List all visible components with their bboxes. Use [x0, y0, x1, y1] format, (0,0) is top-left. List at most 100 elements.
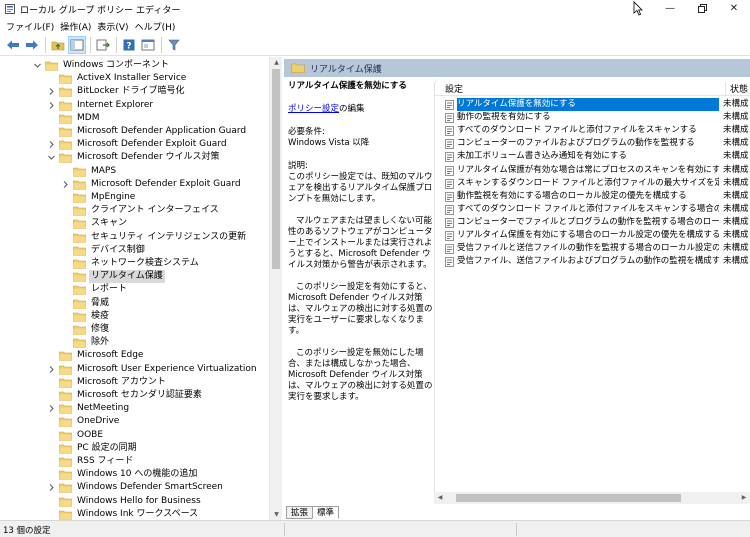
scroll-left-icon[interactable]: ◀: [434, 492, 446, 504]
tree-item[interactable]: Microsoft Defender ウイルス対策: [0, 151, 268, 164]
chevron-right-icon[interactable]: [47, 402, 56, 415]
tree-item[interactable]: PC 設定の同期: [0, 442, 268, 455]
tree-item[interactable]: MDM: [0, 112, 268, 125]
scroll-down-icon[interactable]: ▼: [270, 509, 283, 520]
setting-row[interactable]: 受信ファイルと送信ファイルの動作を監視する場合のローカル設定の... 未構成: [435, 242, 750, 255]
tree-item-label: ネットワーク検査システム: [91, 258, 199, 268]
tree-item[interactable]: 除外: [0, 336, 268, 349]
tree-item[interactable]: ActiveX Installer Service: [0, 72, 268, 85]
window-title: ローカル グループ ポリシー エディター: [20, 6, 181, 16]
folder-icon: [59, 74, 72, 84]
tree-item[interactable]: Microsoft Defender Application Guard: [0, 125, 268, 138]
menu-view[interactable]: 表示(V): [97, 18, 134, 34]
setting-row[interactable]: 受信ファイル、送信ファイルおよびプログラムの動作の監視を構成する 未構成: [435, 255, 750, 268]
tree-item[interactable]: デバイス制御: [0, 244, 268, 257]
tree-item[interactable]: MAPS: [0, 165, 268, 178]
chevron-down-icon[interactable]: [47, 151, 56, 164]
export-list-button[interactable]: [94, 36, 112, 54]
policy-description: リアルタイム保護を無効にする ポリシー設定の編集 必要条件: Windows V…: [288, 81, 436, 403]
tree-item[interactable]: セキュリティ インテリジェンスの更新: [0, 231, 268, 244]
setting-row[interactable]: リアルタイム保護が有効な場合は常にプロセスのスキャンを有効にする 未構成: [435, 164, 750, 177]
scroll-right-icon[interactable]: ▶: [738, 492, 750, 504]
tab-standard[interactable]: 標準: [312, 506, 340, 519]
tab-extended[interactable]: 拡張: [286, 506, 314, 519]
tree-item-label: Microsoft セカンダリ認証要素: [77, 390, 202, 400]
chevron-right-icon[interactable]: [47, 99, 56, 112]
status-bar: 13 個の設定: [0, 520, 750, 537]
help-button[interactable]: ?: [120, 36, 138, 54]
properties-button[interactable]: [139, 36, 157, 54]
tree-item[interactable]: Microsoft アカウント: [0, 376, 268, 389]
menu-action[interactable]: 操作(A): [60, 18, 97, 34]
folder-icon: [73, 312, 86, 322]
tree-item[interactable]: Windows Ink ワークスペース: [0, 508, 268, 520]
tree-item[interactable]: スキャン: [0, 217, 268, 230]
tree-item[interactable]: Windows 10 への機能の追加: [0, 468, 268, 481]
setting-row[interactable]: コンピューターのファイルおよびプログラムの動作を監視する 未構成: [435, 137, 750, 150]
tree-item[interactable]: Windows コンポーネント: [0, 59, 268, 72]
chevron-down-icon[interactable]: [33, 59, 42, 72]
tree-scroll-thumb[interactable]: [272, 69, 280, 269]
tree-item[interactable]: RSS フィード: [0, 455, 268, 468]
setting-row[interactable]: 動作の監視を有効にする 未構成: [435, 111, 750, 124]
setting-row[interactable]: リアルタイム保護を無効にする 未構成: [435, 98, 750, 111]
setting-row[interactable]: リアルタイム保護を有効にする場合のローカル設定の優先を構成する 未構成: [435, 229, 750, 242]
column-header-setting[interactable]: 設定: [445, 82, 463, 95]
tree-item[interactable]: MpEngine: [0, 191, 268, 204]
tree-item[interactable]: レポート: [0, 283, 268, 296]
tree-item[interactable]: Microsoft セカンダリ認証要素: [0, 389, 268, 402]
list-horizontal-scrollbar[interactable]: ◀ ▶: [434, 492, 750, 504]
close-icon[interactable]: ✕: [718, 0, 750, 18]
menu-help[interactable]: ヘルプ(H): [135, 18, 182, 34]
menu-file[interactable]: ファイル(F): [6, 18, 60, 34]
tree-item[interactable]: Windows Defender SmartScreen: [0, 481, 268, 494]
filter-button[interactable]: [165, 36, 183, 54]
column-header-state[interactable]: 状態: [725, 82, 748, 95]
tree-item[interactable]: クライアント インターフェイス: [0, 204, 268, 217]
tree-item[interactable]: Microsoft User Experience Virtualization: [0, 363, 268, 376]
folder-icon: [73, 180, 86, 190]
tree-item[interactable]: Internet Explorer: [0, 99, 268, 112]
tree-item[interactable]: リアルタイム保護: [0, 270, 268, 284]
tree-item-label: ActiveX Installer Service: [77, 73, 187, 84]
chevron-right-icon[interactable]: [47, 481, 56, 494]
setting-row[interactable]: 動作監視を有効にする場合のローカル設定の優先を構成する 未構成: [435, 190, 750, 203]
tree-item[interactable]: 脅威: [0, 297, 268, 310]
forward-button[interactable]: [23, 36, 41, 54]
scroll-up-icon[interactable]: ▲: [270, 57, 283, 68]
tree-item-label: リアルタイム保護: [89, 270, 165, 284]
tree-item[interactable]: OOBE: [0, 429, 268, 442]
tree-item[interactable]: BitLocker ドライブ暗号化: [0, 85, 268, 98]
tree-item[interactable]: NetMeeting: [0, 402, 268, 415]
folder-icon: [59, 114, 72, 124]
policy-setting-icon: [445, 218, 454, 228]
tree-vertical-scrollbar[interactable]: ▲ ▼: [269, 57, 282, 520]
tree-item[interactable]: ネットワーク検査システム: [0, 257, 268, 270]
tree-item-label: レポート: [91, 284, 128, 295]
show-tree-button[interactable]: [68, 35, 86, 54]
list-scroll-thumb[interactable]: [456, 494, 681, 502]
restore-icon[interactable]: [686, 0, 718, 18]
setting-row[interactable]: すべてのダウンロード ファイルと添付ファイルをスキャンする 未構成: [435, 124, 750, 137]
chevron-right-icon[interactable]: [47, 85, 56, 98]
tree-item[interactable]: Microsoft Defender Exploit Guard: [0, 138, 268, 151]
setting-row[interactable]: コンピューターでファイルとプログラムの動作を監視する場合のローカル... 未構成: [435, 216, 750, 229]
tree-item[interactable]: OneDrive: [0, 415, 268, 428]
edit-policy-link[interactable]: ポリシー設定: [288, 104, 339, 114]
tree-item[interactable]: 修復: [0, 323, 268, 336]
tree-item[interactable]: 検疫: [0, 310, 268, 323]
tree-item[interactable]: Microsoft Defender Exploit Guard: [0, 178, 268, 191]
tree-item[interactable]: Microsoft Edge: [0, 349, 268, 362]
chevron-right-icon[interactable]: [47, 363, 56, 376]
back-button[interactable]: [4, 36, 22, 54]
chevron-right-icon[interactable]: [61, 178, 70, 191]
chevron-right-icon[interactable]: [47, 138, 56, 151]
folder-icon: [73, 325, 86, 335]
status-separator: [284, 523, 285, 536]
up-folder-button[interactable]: [49, 36, 67, 54]
setting-row[interactable]: すべてのダウンロード ファイルと添付ファイルをスキャンする場合のロー... 未構成: [435, 203, 750, 216]
minimize-icon[interactable]: —: [654, 0, 686, 18]
tree-item[interactable]: Windows Hello for Business: [0, 495, 268, 508]
setting-row[interactable]: 未加工ボリューム書き込み通知を有効にする 未構成: [435, 150, 750, 163]
setting-row[interactable]: スキャンするダウンロード ファイルと添付ファイルの最大サイズを定義する未構成: [435, 177, 750, 190]
